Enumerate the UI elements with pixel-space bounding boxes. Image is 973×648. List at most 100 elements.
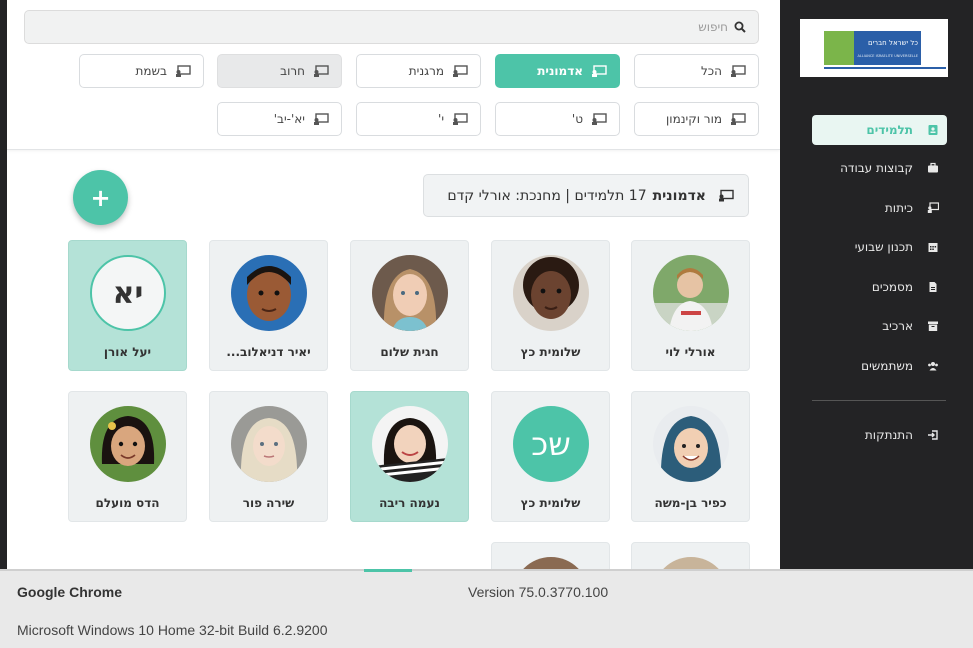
filter-label: מרגנית [408,64,444,78]
student-name: חגית שלום [380,345,439,359]
student-card[interactable] [631,542,750,569]
sidebar-divider [812,400,946,401]
avatar [513,557,589,569]
sidebar-item-label: ארכיב [882,319,913,333]
filter-marganit[interactable]: מרגנית [356,54,481,88]
filter-mor-vekinamon[interactable]: מור וקינמון [634,102,759,136]
filter-label: בשמת [135,64,167,78]
avatar [513,255,589,331]
search-bar[interactable] [24,10,759,44]
avatar [231,255,307,331]
sidebar-item-label: תכנון שבועי [854,240,913,254]
avatar [653,557,729,569]
classroom-icon [176,65,191,77]
filter-all[interactable]: הכל [634,54,759,88]
class-header: אדמונית 17 תלמידים | מחנכת: אורלי קדם [423,174,749,217]
browser-info-bar: Google Chrome Version 75.0.3770.100 Micr… [0,569,973,648]
student-name: הדס מועלם [95,496,160,510]
calendar-icon [928,243,938,252]
avatar [653,255,729,331]
classroom-icon [453,65,468,77]
avatar [653,406,729,482]
sidebar-item-label: מסמכים [871,280,913,294]
student-name: אורלי לוי [665,345,716,359]
student-initials: יא [90,255,166,331]
sidebar-item-work-groups[interactable]: קבוצות עבודה [812,153,947,183]
filter-yud-alef-yud-bet[interactable]: יא'-יב' [217,102,342,136]
classroom-icon [927,202,939,213]
sidebar: כל ישראל חברים ALLIANCE ISRAELITE UNIVER… [780,0,973,569]
student-card[interactable]: נעמה ריבה [350,391,469,522]
sidebar-item-students[interactable]: תלמידים [812,115,947,145]
student-card[interactable] [491,542,610,569]
sidebar-item-weekly-plan[interactable]: תכנון שבועי [812,232,947,262]
archive-icon [928,321,938,331]
filter-tet[interactable]: ט' [495,102,620,136]
student-name: נעמה ריבה [379,496,440,510]
users-icon [928,362,938,371]
sidebar-item-users[interactable]: משתמשים [812,351,947,381]
student-name: כפיר בן-משה [654,496,727,510]
filter-haruv[interactable]: חרוב [217,54,342,88]
classroom-icon [719,189,734,202]
student-card[interactable]: שירה פור [209,391,328,522]
document-icon [929,282,937,292]
classroom-icon [314,65,329,77]
classroom-icon [731,113,746,125]
sidebar-item-archive[interactable]: ארכיב [812,311,947,341]
avatar [90,406,166,482]
sidebar-item-classes[interactable]: כיתות [812,193,947,223]
logout-icon [928,430,938,440]
class-name: אדמונית [652,187,706,204]
sidebar-item-label: כיתות [884,201,913,215]
filter-label: חרוב [280,64,305,78]
student-card[interactable]: חגית שלום [350,240,469,371]
filter-yud[interactable]: י' [356,102,481,136]
sidebar-item-documents[interactable]: מסמכים [812,272,947,302]
filter-label: מור וקינמון [666,112,722,126]
app-window: הכל אדמונית מרגנית חרוב בשמת מור וקינ [0,0,973,569]
browser-name: Google Chrome [17,584,123,600]
filter-label: הכל [700,64,722,78]
student-card[interactable]: שלומית כץ [491,240,610,371]
logout-label: התנתקות [864,428,913,442]
sidebar-item-label: קבוצות עבודה [840,161,913,175]
filter-label: יא'-יב' [273,112,305,126]
classroom-icon [592,113,607,125]
sidebar-item-label: תלמידים [866,123,913,137]
student-card[interactable]: אורלי לוי [631,240,750,371]
class-details: 17 תלמידים | מחנכת: אורלי קדם [447,187,647,204]
sidebar-item-label: משתמשים [861,359,913,373]
student-card[interactable]: יאיר דניאלוב... [209,240,328,371]
logo-text: כל ישראל חברים [868,39,918,47]
classroom-icon [453,113,468,125]
school-logo[interactable]: כל ישראל חברים ALLIANCE ISRAELITE UNIVER… [800,19,948,77]
browser-version: Version 75.0.3770.100 [468,584,609,600]
student-card[interactable]: שכ שלומית כץ [491,391,610,522]
add-student-button[interactable]: + [73,170,128,225]
accent-strip [364,569,412,572]
student-card[interactable]: כפיר בן-משה [631,391,750,522]
logout-button[interactable]: התנתקות [812,420,947,450]
search-input[interactable] [38,11,728,43]
filter-besamet[interactable]: בשמת [79,54,204,88]
classroom-icon [592,65,607,77]
student-name: שלומית כץ [520,345,581,359]
filter-panel: הכל אדמונית מרגנית חרוב בשמת מור וקינ [7,0,780,150]
student-name: שלומית כץ [520,496,581,510]
id-card-icon [928,125,938,135]
avatar [372,255,448,331]
classroom-icon [314,113,329,125]
filter-label: ט' [571,112,583,126]
student-name: שירה פור [242,496,295,510]
search-icon [734,21,746,33]
student-card[interactable]: הדס מועלם [68,391,187,522]
logo-subtext: ALLIANCE ISRAELITE UNIVERSELLE [858,54,919,58]
filter-admonit[interactable]: אדמונית [495,54,620,88]
filter-label: אדמונית [537,64,583,78]
main-content: הכל אדמונית מרגנית חרוב בשמת מור וקינ [7,0,780,569]
os-info: Microsoft Windows 10 Home 32-bit Build 6… [17,622,328,638]
student-name: יאיר דניאלוב... [226,345,311,359]
filter-label: י' [438,112,444,126]
student-card[interactable]: יא יעל אורן [68,240,187,371]
